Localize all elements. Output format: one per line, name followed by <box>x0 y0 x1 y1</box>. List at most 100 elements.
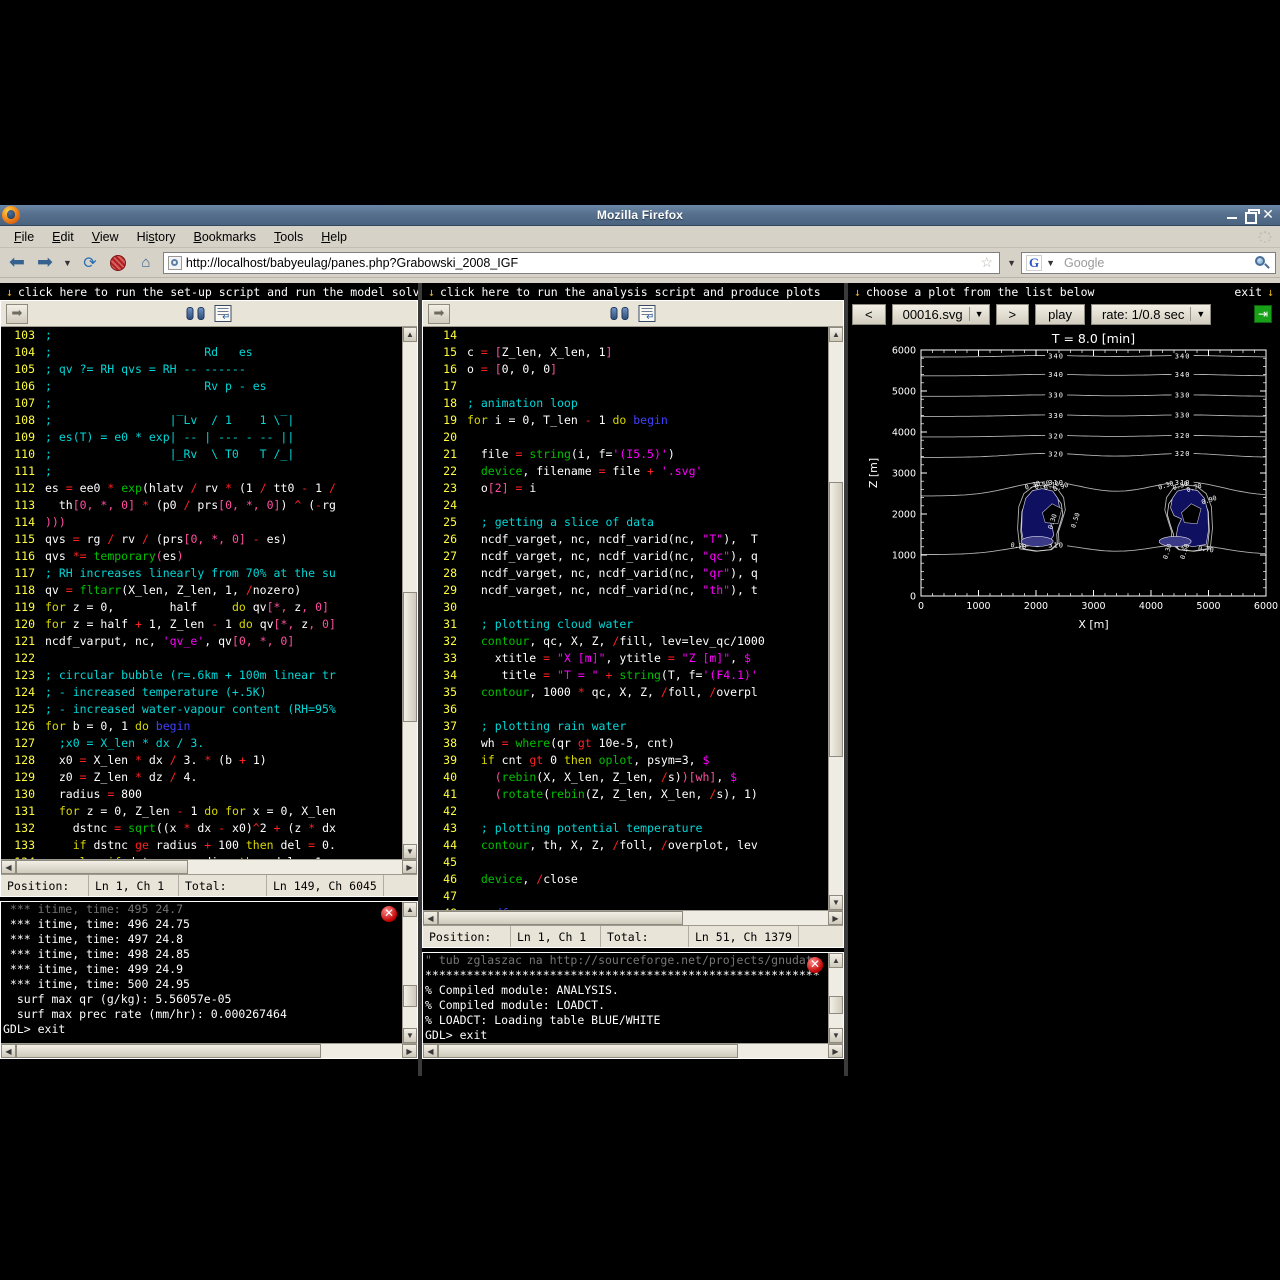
code-token: then <box>245 838 281 852</box>
stop-icon[interactable] <box>105 251 131 275</box>
run-analysis-button[interactable]: ➡ <box>428 303 450 324</box>
pane-analysis: ↓ click here to run the analysis script … <box>422 283 844 1076</box>
setup-terminal-vscrollbar[interactable]: ▲ ▼ <box>402 902 417 1043</box>
code-token: 0, 0, 0 <box>501 362 551 376</box>
setup-horizontal-scrollbar[interactable]: ◀ ▶ <box>1 859 417 874</box>
scroll-up-icon[interactable]: ▲ <box>403 327 417 342</box>
analysis-horizontal-scrollbar[interactable]: ◀ ▶ <box>423 910 843 925</box>
scroll-right-icon[interactable]: ▶ <box>402 1044 417 1058</box>
exit-door-icon[interactable]: ⇥ <box>1254 305 1272 323</box>
home-icon[interactable]: ⌂ <box>133 251 159 275</box>
scroll-down-icon[interactable]: ▼ <box>403 1028 417 1043</box>
reload-icon[interactable]: ⟳ <box>77 251 103 275</box>
setup-total-value: Ln 149, Ch 6045 <box>267 875 384 896</box>
setup-terminal-output[interactable]: *** itime, time: 495 24.7 *** itime, tim… <box>1 902 402 1043</box>
url-text[interactable]: http://localhost/babyeulag/panes.php?Gra… <box>186 256 981 270</box>
setup-term-hscroll-thumb[interactable] <box>16 1044 321 1058</box>
search-icon[interactable] <box>1253 255 1271 271</box>
terminal-line: ****************************************… <box>425 968 820 982</box>
search-engine-caret-icon[interactable]: ▼ <box>1043 258 1058 268</box>
analysis-term-hscroll-track[interactable] <box>438 1044 828 1058</box>
code-token: radius <box>45 787 108 801</box>
recent-pages-caret-icon[interactable]: ▼ <box>60 258 75 268</box>
scroll-down-icon[interactable]: ▼ <box>403 844 417 859</box>
next-frame-button[interactable]: > <box>995 303 1030 325</box>
menu-file[interactable]: File <box>5 228 43 246</box>
scroll-up-icon[interactable]: ▲ <box>829 327 843 342</box>
setup-vertical-scrollbar[interactable]: ▲ ▼ <box>402 327 417 859</box>
play-button[interactable]: play <box>1035 303 1085 325</box>
setup-hscroll-track[interactable] <box>16 860 402 874</box>
pane-setup-header[interactable]: ↓ click here to run the set-up script an… <box>0 283 433 300</box>
scroll-up-icon[interactable]: ▲ <box>829 953 843 968</box>
menu-help[interactable]: Help <box>312 228 356 246</box>
setup-hscroll-thumb[interactable] <box>16 860 188 874</box>
run-script-button[interactable]: ➡ <box>6 303 28 324</box>
scroll-left-icon[interactable]: ◀ <box>1 860 16 874</box>
analysis-term-vscroll-thumb[interactable] <box>829 996 843 1014</box>
scroll-right-icon[interactable]: ▶ <box>828 1044 843 1058</box>
minimize-icon[interactable] <box>1226 209 1238 221</box>
analysis-hscroll-thumb[interactable] <box>438 911 683 925</box>
analysis-vscroll-thumb[interactable] <box>829 482 843 757</box>
find-icon[interactable] <box>186 306 205 322</box>
analysis-terminal-vscrollbar[interactable]: ▲ ▼ <box>828 953 843 1043</box>
setup-vscroll-thumb[interactable] <box>403 592 417 722</box>
url-bar[interactable]: http://localhost/babyeulag/panes.php?Gra… <box>162 251 1001 274</box>
search-bar[interactable]: G ▼ Google <box>1021 251 1276 274</box>
setup-term-vscroll-thumb[interactable] <box>403 985 417 1007</box>
line-number: 108 <box>14 413 35 427</box>
setup-term-vscroll-track[interactable] <box>403 917 417 1028</box>
analysis-terminal-kill-button[interactable]: ✕ <box>807 957 823 973</box>
code-token: X_len <box>93 753 136 767</box>
exit-link[interactable]: exit <box>1234 285 1262 299</box>
forward-icon[interactable]: ➡ <box>32 251 58 275</box>
scroll-up-icon[interactable]: ▲ <box>403 902 417 917</box>
code-token: o <box>467 362 481 376</box>
menu-history[interactable]: History <box>128 228 185 246</box>
setup-term-hscroll-track[interactable] <box>16 1044 402 1058</box>
maximize-icon[interactable] <box>1244 209 1260 224</box>
menu-bookmarks[interactable]: Bookmarks <box>185 228 266 246</box>
menubar: File Edit View History Bookmarks Tools H… <box>0 226 1280 248</box>
find-icon[interactable] <box>610 306 629 322</box>
previous-frame-button[interactable]: < <box>852 303 886 325</box>
analysis-vertical-scrollbar[interactable]: ▲ ▼ <box>828 327 843 910</box>
line-number: 117 <box>14 566 35 580</box>
setup-vscroll-track[interactable] <box>403 342 417 844</box>
menu-tools[interactable]: Tools <box>265 228 312 246</box>
wrap-lines-icon[interactable] <box>638 305 656 323</box>
rate-select[interactable]: rate: 1/0.8 sec ▼ <box>1090 303 1212 325</box>
menu-view[interactable]: View <box>83 228 128 246</box>
scroll-right-icon[interactable]: ▶ <box>402 860 417 874</box>
analysis-terminal-output[interactable]: " tub zglaszac na http://sourceforge.net… <box>423 953 828 1043</box>
analysis-code-area[interactable]: 14 15 c = [Z_len, X_len, 1] 16 o = [0, 0, 0]… <box>423 327 828 910</box>
analysis-hscroll-track[interactable] <box>438 911 828 925</box>
bookmark-star-icon[interactable]: ☆ <box>981 254 998 271</box>
chevron-down-icon[interactable]: ▼ <box>968 307 989 321</box>
setup-code-area[interactable]: 103; 104; Rd es 105; qv ?= RH qvs = RH -- … <box>1 327 402 859</box>
scroll-left-icon[interactable]: ◀ <box>423 911 438 925</box>
close-icon[interactable]: ✕ <box>1262 208 1274 222</box>
code-token: = <box>543 651 558 665</box>
wrap-lines-icon[interactable] <box>214 305 232 323</box>
analysis-term-hscroll-thumb[interactable] <box>438 1044 738 1058</box>
scroll-down-icon[interactable]: ▼ <box>829 895 843 910</box>
analysis-term-vscroll-track[interactable] <box>829 968 843 1028</box>
pane-analysis-header[interactable]: ↓ click here to run the analysis script … <box>422 283 844 300</box>
search-input[interactable]: Google <box>1058 256 1253 270</box>
setup-terminal-hscrollbar[interactable]: ◀ ▶ <box>1 1043 417 1058</box>
scroll-right-icon[interactable]: ▶ <box>828 911 843 925</box>
analysis-vscroll-track[interactable] <box>829 342 843 895</box>
scroll-left-icon[interactable]: ◀ <box>423 1044 438 1058</box>
scroll-left-icon[interactable]: ◀ <box>1 1044 16 1058</box>
url-dropdown-caret-icon[interactable]: ▼ <box>1004 258 1019 268</box>
chevron-down-icon[interactable]: ▼ <box>1190 307 1210 321</box>
back-icon[interactable]: ⬅ <box>4 251 30 275</box>
line-number: 27 <box>443 549 457 563</box>
scroll-down-icon[interactable]: ▼ <box>829 1028 843 1043</box>
plot-file-select[interactable]: 00016.svg ▼ <box>891 303 990 325</box>
menu-edit[interactable]: Edit <box>43 228 83 246</box>
analysis-terminal-hscrollbar[interactable]: ◀ ▶ <box>423 1043 843 1058</box>
setup-terminal-kill-button[interactable]: ✕ <box>381 906 397 922</box>
